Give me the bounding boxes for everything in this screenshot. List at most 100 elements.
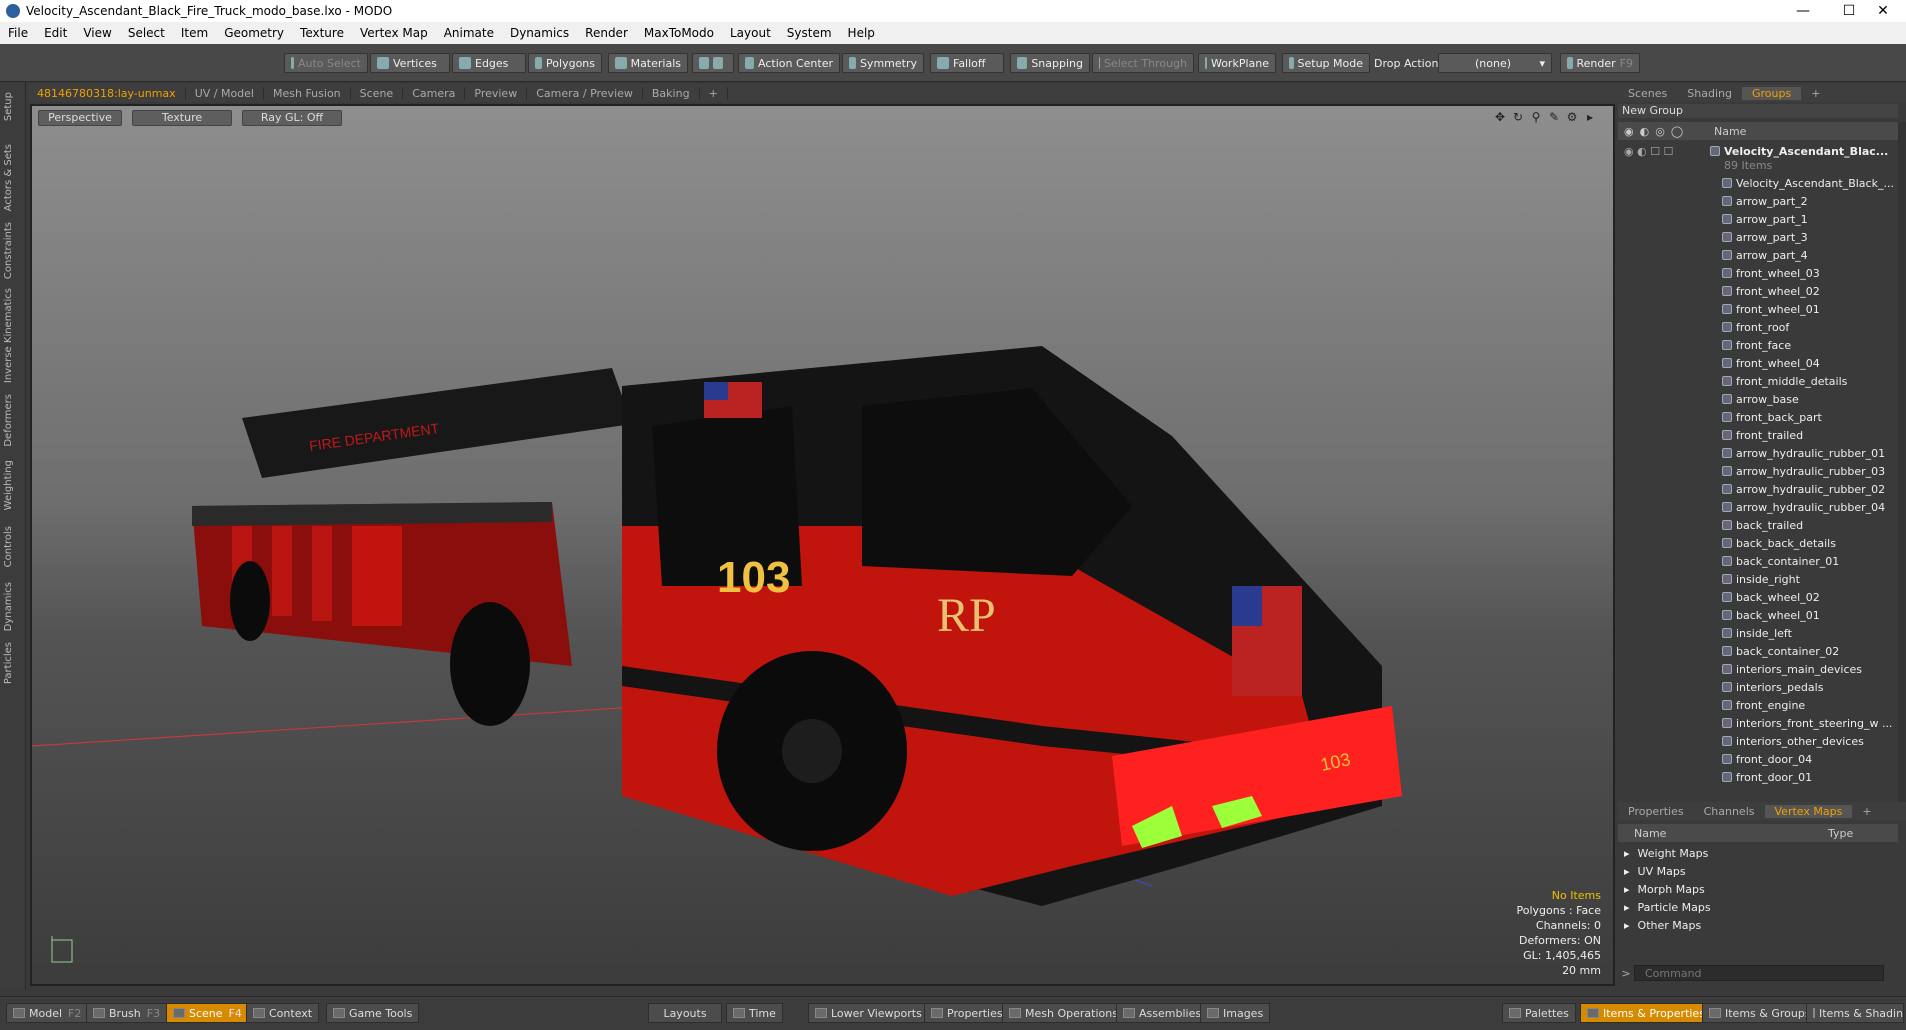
render-toggle-icon[interactable]: ◐ — [1640, 125, 1650, 138]
tab-dynamics[interactable]: Dynamics — [3, 582, 23, 631]
vertices-button[interactable]: Vertices — [370, 53, 450, 73]
workplane-button[interactable]: WorkPlane — [1198, 53, 1276, 73]
menu-animate[interactable]: Animate — [436, 26, 502, 40]
close-icon[interactable]: ✕ — [1860, 0, 1906, 22]
expand-arrow-icon[interactable]: ▸ — [1624, 847, 1630, 860]
group-item[interactable]: back_container_01 — [1618, 552, 1898, 570]
group-item[interactable]: arrow_part_4 — [1618, 246, 1898, 264]
group-item[interactable]: front_door_04 — [1618, 750, 1898, 768]
action-center-button[interactable]: Action Center — [738, 53, 840, 73]
group-item[interactable]: inside_right — [1618, 570, 1898, 588]
expand-arrow-icon[interactable]: ▸ — [1624, 901, 1630, 914]
tab-constraints[interactable]: Constraints — [3, 222, 23, 279]
tab-channels[interactable]: Channels — [1694, 805, 1765, 818]
tab-controls[interactable]: Controls — [3, 526, 23, 567]
lock-icon[interactable]: ◎ — [1655, 125, 1665, 138]
game-tools-button[interactable]: Game Tools — [326, 1003, 420, 1023]
vm-weight-maps[interactable]: ▸ Weight Maps — [1618, 844, 1898, 862]
items-shading-button[interactable]: Items & Shading — [1806, 1003, 1904, 1023]
vm-morph-maps[interactable]: ▸ Morph Maps — [1618, 880, 1898, 898]
group-item[interactable]: front_face — [1618, 336, 1898, 354]
group-item[interactable]: interiors_main_devices — [1618, 660, 1898, 678]
group-item[interactable]: Velocity_Ascendant_Black_... — [1618, 174, 1898, 192]
properties-button[interactable]: Properties — [924, 1003, 1010, 1023]
tab-camera-preview[interactable]: Camera / Preview — [527, 86, 643, 100]
menu-file[interactable]: File — [0, 26, 36, 40]
group-item[interactable]: back_wheel_02 — [1618, 588, 1898, 606]
expand-arrow-icon[interactable]: ▸ — [1624, 919, 1630, 932]
expand-arrow-icon[interactable]: ▸ — [1624, 865, 1630, 878]
tab-particles[interactable]: Particles — [3, 642, 23, 684]
render-button[interactable]: Render F9 — [1560, 53, 1640, 73]
items-groups-button[interactable]: Items & Groups — [1702, 1003, 1818, 1023]
lower-viewports-button[interactable]: Lower Viewports — [808, 1003, 929, 1023]
group-item[interactable]: arrow_hydraulic_rubber_03 — [1618, 462, 1898, 480]
tab-shading[interactable]: Shading — [1677, 87, 1742, 100]
add-tab-button[interactable]: + — [1852, 805, 1881, 818]
menu-vertex-map[interactable]: Vertex Map — [352, 26, 436, 40]
layouts-button[interactable]: Layouts — [648, 1003, 722, 1023]
new-group-button[interactable]: New Group — [1618, 104, 1898, 118]
tab-vertex-maps[interactable]: Vertex Maps — [1764, 804, 1853, 818]
menu-texture[interactable]: Texture — [292, 26, 352, 40]
time-button[interactable]: Time — [726, 1003, 783, 1023]
model-button[interactable]: Model F2 — [6, 1003, 89, 1023]
tab-baking[interactable]: Baking — [643, 86, 700, 100]
group-item[interactable]: front_roof — [1618, 318, 1898, 336]
materials-button[interactable]: Materials — [608, 53, 688, 73]
group-item[interactable]: interiors_front_steering_w ... — [1618, 714, 1898, 732]
tab-deformers[interactable]: Deformers — [3, 394, 23, 447]
setup-mode-button[interactable]: Setup Mode — [1282, 53, 1370, 73]
brush-button[interactable]: Brush F3 — [86, 1003, 168, 1023]
group-item[interactable]: front_middle_details — [1618, 372, 1898, 390]
add-tab-button[interactable]: + — [700, 86, 728, 100]
tab-setup[interactable]: Setup — [3, 92, 23, 121]
polygons-button[interactable]: Polygons — [528, 53, 602, 73]
scene-button[interactable]: Scene F4 — [166, 1003, 249, 1023]
command-input[interactable] — [1634, 965, 1884, 981]
tab-weighting[interactable]: Weighting — [3, 460, 23, 510]
vm-uv-maps[interactable]: ▸ UV Maps — [1618, 862, 1898, 880]
tab-preview[interactable]: Preview — [465, 86, 528, 100]
expand-arrow-icon[interactable]: ▸ — [1624, 883, 1630, 896]
tab-scenes[interactable]: Scenes — [1618, 87, 1677, 100]
group-item[interactable]: back_wheel_01 — [1618, 606, 1898, 624]
group-item[interactable]: arrow_hydraulic_rubber_04 — [1618, 498, 1898, 516]
drop-action-select[interactable]: (none) ▾ — [1438, 53, 1552, 73]
group-item[interactable]: arrow_hydraulic_rubber_02 — [1618, 480, 1898, 498]
tab-layout-unmax[interactable]: 48146780318:lay-unmax — [28, 86, 186, 100]
tab-groups[interactable]: Groups — [1741, 86, 1802, 100]
mesh-operations-button[interactable]: Mesh Operations — [1002, 1003, 1125, 1023]
select-through-button[interactable]: Select Through — [1092, 53, 1194, 73]
group-item[interactable]: arrow_part_2 — [1618, 192, 1898, 210]
symmetry-button[interactable]: Symmetry — [842, 53, 924, 73]
menu-item[interactable]: Item — [173, 26, 216, 40]
select-mode-icons[interactable] — [692, 53, 734, 73]
eye-icon[interactable]: ◉ — [1624, 125, 1634, 138]
vm-particle-maps[interactable]: ▸ Particle Maps — [1618, 898, 1898, 916]
group-item[interactable]: arrow_hydraulic_rubber_01 — [1618, 444, 1898, 462]
tab-properties[interactable]: Properties — [1618, 805, 1694, 818]
menu-select[interactable]: Select — [120, 26, 173, 40]
context-button[interactable]: Context — [246, 1003, 320, 1023]
group-item[interactable]: back_container_02 — [1618, 642, 1898, 660]
snapping-button[interactable]: Snapping — [1010, 53, 1090, 73]
group-item[interactable]: front_engine — [1618, 696, 1898, 714]
tab-actors-sets[interactable]: Actors & Sets — [3, 144, 23, 211]
items-properties-button[interactable]: Items & Properties — [1580, 1003, 1712, 1023]
tab-mesh-fusion[interactable]: Mesh Fusion — [264, 86, 351, 100]
group-item[interactable]: arrow_base — [1618, 390, 1898, 408]
menu-system[interactable]: System — [779, 26, 840, 40]
vm-other-maps[interactable]: ▸ Other Maps — [1618, 916, 1898, 934]
assemblies-button[interactable]: Assemblies — [1116, 1003, 1209, 1023]
menu-view[interactable]: View — [75, 26, 119, 40]
group-item[interactable]: front_wheel_04 — [1618, 354, 1898, 372]
group-item[interactable]: arrow_part_1 — [1618, 210, 1898, 228]
select-toggle-icon[interactable]: ◯ — [1671, 125, 1683, 138]
palettes-button[interactable]: Palettes — [1502, 1003, 1576, 1023]
group-item[interactable]: front_back_part — [1618, 408, 1898, 426]
group-item[interactable]: front_wheel_01 — [1618, 300, 1898, 318]
group-item[interactable]: interiors_pedals — [1618, 678, 1898, 696]
falloff-button[interactable]: Falloff — [930, 53, 1004, 73]
menu-layout[interactable]: Layout — [722, 26, 779, 40]
